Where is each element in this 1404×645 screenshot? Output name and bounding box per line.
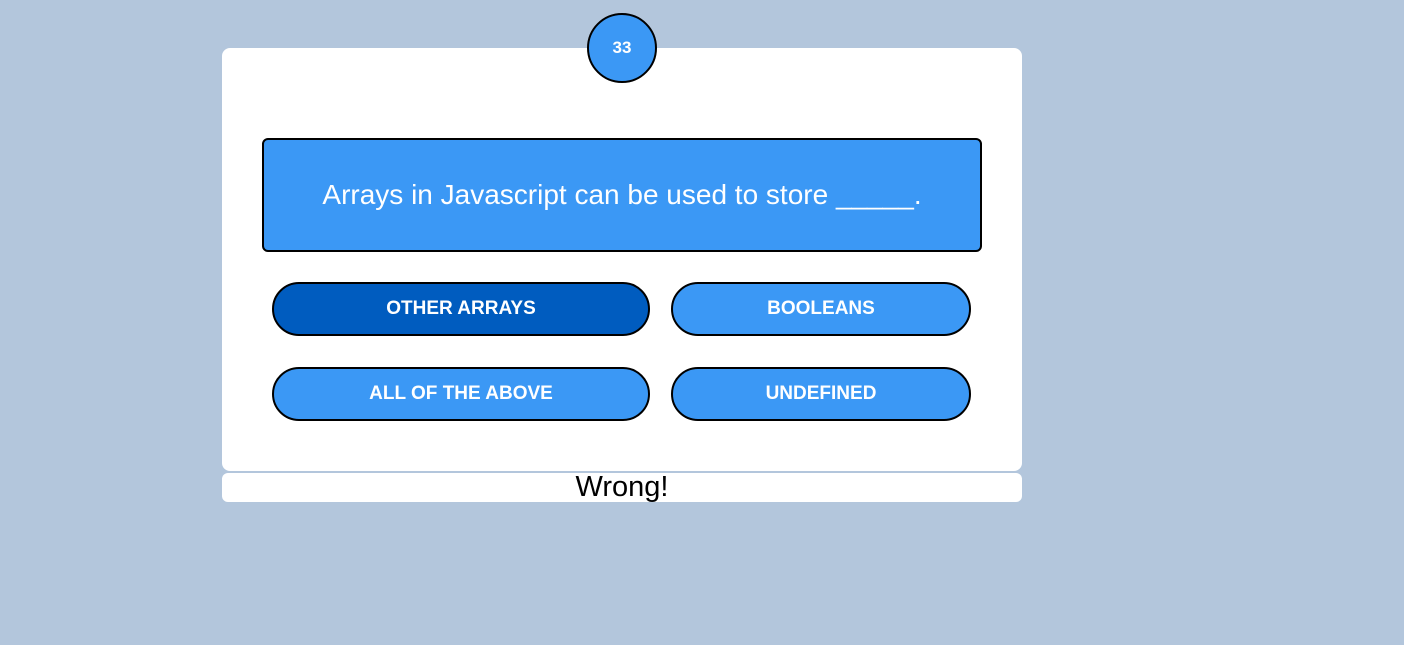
feedback-bar: Wrong! [222,473,1022,502]
timer-value: 33 [612,38,632,57]
question-text: Arrays in Javascript can be used to stor… [322,179,922,210]
answer-button-other-arrays[interactable]: OTHER ARRAYS [272,282,650,336]
question-box: Arrays in Javascript can be used to stor… [262,138,982,252]
quiz-stage: 33 Arrays in Javascript can be used to s… [0,0,1404,645]
countdown-timer: 33 [587,13,657,83]
feedback-text: Wrong! [575,471,669,503]
answer-button-all-of-the-above[interactable]: ALL OF THE ABOVE [272,367,650,421]
answer-button-booleans[interactable]: BOOLEANS [671,282,971,336]
answer-button-undefined[interactable]: UNDEFINED [671,367,971,421]
quiz-card: Arrays in Javascript can be used to stor… [222,48,1022,471]
